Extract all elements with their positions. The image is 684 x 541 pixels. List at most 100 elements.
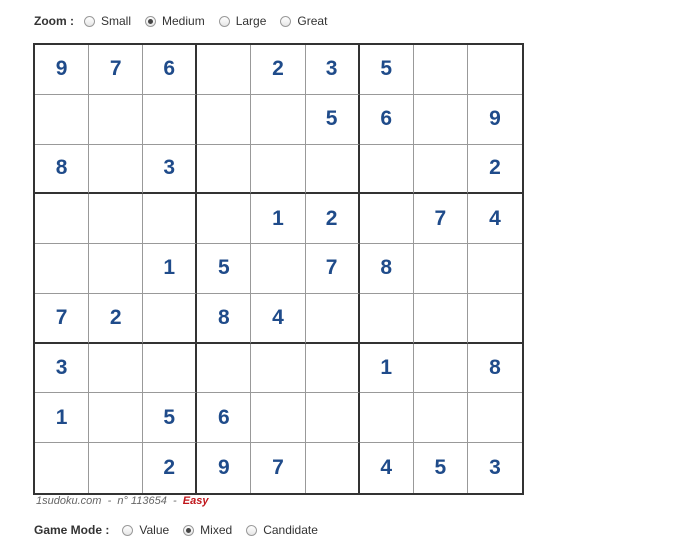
zoom-option-medium[interactable]: Medium	[145, 14, 205, 28]
mode-option-value[interactable]: Value	[122, 523, 169, 537]
sudoku-cell-r3c7[interactable]	[359, 144, 414, 195]
sudoku-cell-r4c9[interactable]: 4	[467, 194, 522, 245]
sudoku-cell-r2c1[interactable]	[35, 94, 90, 145]
sudoku-cell-r2c5[interactable]	[251, 94, 306, 145]
sudoku-cell-r4c5[interactable]: 1	[251, 194, 306, 245]
sudoku-cell-r3c4[interactable]	[197, 144, 252, 195]
sudoku-cell-r9c9[interactable]: 3	[468, 443, 522, 493]
sudoku-cell-r2c3[interactable]	[143, 94, 198, 145]
zoom-option-large[interactable]: Large	[218, 14, 267, 28]
sudoku-cell-r9c2[interactable]	[89, 443, 144, 493]
sudoku-cell-r6c1[interactable]: 7	[35, 293, 90, 344]
sudoku-cell-r7c6[interactable]	[305, 343, 360, 394]
sudoku-cell-r5c7[interactable]: 8	[359, 244, 414, 294]
sudoku-cell-r4c2[interactable]	[89, 194, 144, 245]
zoom-medium-label[interactable]: Medium	[162, 14, 205, 28]
sudoku-cell-r9c4[interactable]: 9	[197, 443, 252, 493]
sudoku-cell-r9c6[interactable]	[306, 443, 360, 493]
sudoku-cell-r1c7[interactable]: 5	[359, 45, 414, 95]
sudoku-cell-r3c6[interactable]	[305, 144, 360, 195]
zoom-small-label[interactable]: Small	[101, 14, 131, 28]
sudoku-cell-r7c3[interactable]	[143, 343, 198, 394]
sudoku-cell-r2c7[interactable]: 6	[359, 94, 414, 145]
sudoku-cell-r5c8[interactable]	[413, 244, 468, 294]
zoom-medium-radio[interactable]	[145, 15, 157, 27]
zoom-great-radio[interactable]	[280, 15, 292, 27]
sudoku-cell-r4c8[interactable]: 7	[413, 194, 468, 245]
sudoku-cell-r6c3[interactable]	[143, 293, 198, 344]
sudoku-cell-r5c4[interactable]: 5	[197, 244, 252, 294]
sudoku-cell-r2c9[interactable]: 9	[467, 95, 522, 145]
sudoku-cell-r6c7[interactable]	[359, 293, 414, 344]
sudoku-cell-r6c8[interactable]	[413, 293, 468, 344]
sudoku-cell-r7c5[interactable]	[251, 343, 306, 394]
sudoku-cell-r9c3[interactable]: 2	[143, 443, 198, 493]
sudoku-cell-r7c9[interactable]: 8	[467, 344, 522, 394]
sudoku-cell-r1c8[interactable]	[413, 45, 468, 95]
sudoku-cell-r6c5[interactable]: 4	[251, 293, 306, 344]
sudoku-cell-r3c2[interactable]	[89, 144, 144, 195]
sudoku-cell-r6c9[interactable]	[467, 294, 522, 344]
sudoku-cell-r5c2[interactable]	[89, 244, 144, 294]
sudoku-cell-r2c2[interactable]	[89, 94, 144, 145]
sudoku-cell-r9c7[interactable]: 4	[360, 443, 414, 493]
sudoku-cell-r3c8[interactable]	[413, 144, 468, 195]
sudoku-cell-r6c2[interactable]: 2	[89, 293, 144, 344]
sudoku-cell-r3c5[interactable]	[251, 144, 306, 195]
mode-option-candidate[interactable]: Candidate	[246, 523, 318, 537]
sudoku-cell-r7c1[interactable]: 3	[35, 343, 90, 394]
sudoku-cell-r1c9[interactable]	[467, 45, 522, 95]
sudoku-cell-r9c8[interactable]: 5	[414, 443, 468, 493]
sudoku-cell-r8c9[interactable]	[467, 393, 522, 444]
sudoku-cell-r2c4[interactable]	[197, 94, 252, 145]
mode-value-radio[interactable]	[122, 524, 134, 536]
sudoku-cell-r4c6[interactable]: 2	[305, 194, 360, 245]
sudoku-cell-r8c7[interactable]	[359, 393, 414, 444]
sudoku-cell-r7c2[interactable]	[89, 343, 144, 394]
zoom-great-label[interactable]: Great	[297, 14, 327, 28]
sudoku-cell-r2c6[interactable]: 5	[305, 94, 360, 145]
mode-value-label[interactable]: Value	[139, 523, 169, 537]
sudoku-cell-r6c4[interactable]: 8	[197, 293, 252, 344]
sudoku-cell-r8c1[interactable]: 1	[35, 393, 90, 444]
sudoku-cell-r1c3[interactable]: 6	[143, 45, 198, 95]
sudoku-cell-r4c3[interactable]	[143, 194, 198, 245]
sudoku-cell-r5c5[interactable]	[251, 244, 306, 294]
sudoku-cell-r7c7[interactable]: 1	[359, 343, 414, 394]
sudoku-cell-r6c6[interactable]	[305, 293, 360, 344]
sudoku-cell-r9c5[interactable]: 7	[251, 443, 306, 493]
zoom-small-radio[interactable]	[84, 15, 95, 27]
sudoku-cell-r3c1[interactable]: 8	[35, 144, 90, 195]
sudoku-cell-r1c4[interactable]	[197, 45, 252, 95]
sudoku-cell-r5c1[interactable]	[35, 244, 90, 294]
mode-option-mixed[interactable]: Mixed	[183, 523, 232, 537]
zoom-large-label[interactable]: Large	[236, 14, 267, 28]
sudoku-cell-r4c7[interactable]	[359, 194, 414, 245]
sudoku-cell-r8c6[interactable]	[305, 393, 360, 444]
mode-candidate-label[interactable]: Candidate	[263, 523, 318, 537]
sudoku-cell-r5c9[interactable]	[467, 244, 522, 294]
sudoku-cell-r5c6[interactable]: 7	[305, 244, 360, 294]
sudoku-cell-r4c4[interactable]	[197, 194, 252, 245]
sudoku-cell-r1c6[interactable]: 3	[305, 45, 360, 95]
zoom-option-great[interactable]: Great	[280, 14, 327, 28]
sudoku-cell-r5c3[interactable]: 1	[143, 244, 198, 294]
sudoku-cell-r7c4[interactable]	[197, 343, 252, 394]
sudoku-cell-r8c3[interactable]: 5	[143, 393, 198, 444]
sudoku-cell-r8c2[interactable]	[89, 393, 144, 444]
sudoku-cell-r8c5[interactable]	[251, 393, 306, 444]
mode-mixed-label[interactable]: Mixed	[200, 523, 232, 537]
sudoku-cell-r7c8[interactable]	[413, 343, 468, 394]
sudoku-cell-r8c8[interactable]	[413, 393, 468, 444]
sudoku-cell-r1c2[interactable]: 7	[89, 45, 144, 95]
zoom-large-radio[interactable]	[218, 15, 230, 27]
mode-candidate-radio[interactable]	[246, 524, 258, 536]
sudoku-cell-r9c1[interactable]	[35, 443, 90, 493]
sudoku-cell-r1c1[interactable]: 9	[35, 45, 90, 95]
zoom-option-small[interactable]: Small	[84, 14, 131, 28]
sudoku-cell-r8c4[interactable]: 6	[197, 393, 252, 444]
mode-mixed-radio[interactable]	[183, 524, 195, 536]
sudoku-cell-r2c8[interactable]	[413, 94, 468, 145]
sudoku-cell-r4c1[interactable]	[35, 194, 90, 245]
sudoku-cell-r3c3[interactable]: 3	[143, 144, 198, 195]
